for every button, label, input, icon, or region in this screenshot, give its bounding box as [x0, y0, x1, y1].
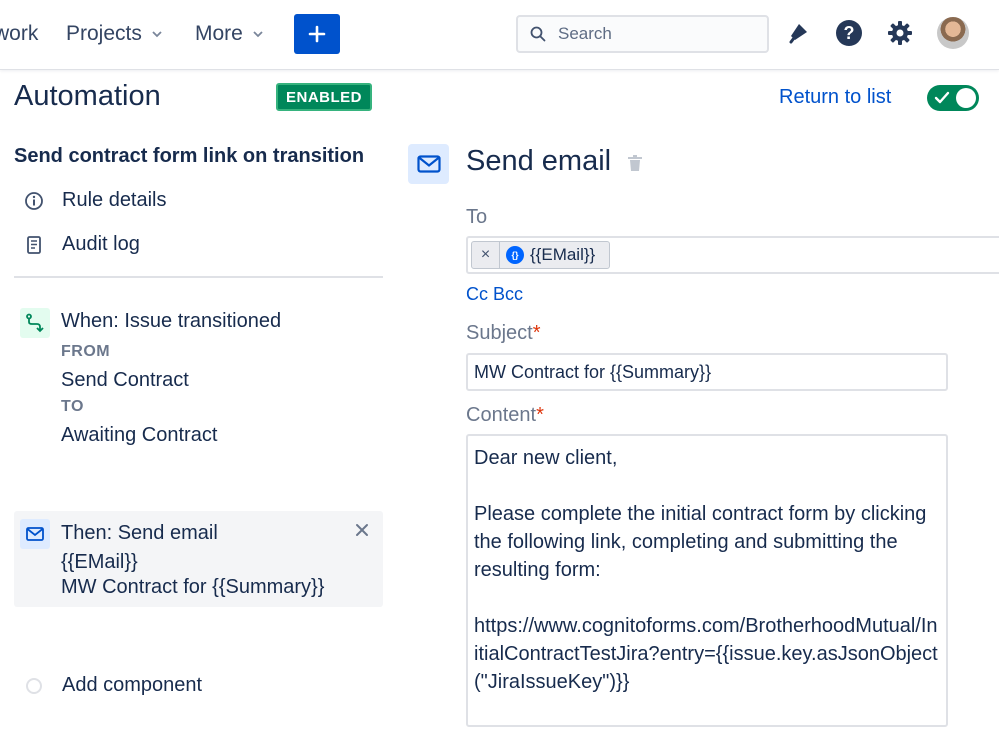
smart-value-icon: {}	[506, 246, 524, 264]
action-subject: MW Contract for {{Summary}}	[61, 576, 325, 598]
subject-input[interactable]	[466, 353, 948, 391]
audit-log-icon	[27, 235, 41, 254]
recipient-chip: × {} {{EMail}}	[471, 241, 610, 269]
chevron-down-icon	[253, 31, 263, 38]
subject-label: Subject*	[466, 322, 541, 344]
nav-projects[interactable]: Projects	[66, 22, 162, 46]
transition-icon	[26, 313, 44, 333]
content-label: Content*	[466, 404, 544, 426]
add-circle-icon	[26, 677, 42, 694]
nav-more[interactable]: More	[195, 22, 263, 46]
page-title: Automation	[14, 80, 161, 112]
action-label: Then: Send email	[61, 522, 218, 544]
top-navigation: work Projects More Search ?	[0, 0, 999, 70]
rule-details-link[interactable]: Rule details	[24, 189, 167, 212]
component-title: Send email	[466, 145, 612, 177]
sidebar-divider	[14, 276, 383, 278]
remove-chip-icon[interactable]: ×	[472, 241, 500, 269]
status-badge: ENABLED	[276, 83, 373, 111]
content-textarea[interactable]: Dear new client, Please complete the ini…	[466, 434, 948, 727]
search-input[interactable]: Search	[516, 15, 769, 53]
action-recipient: {{EMail}}	[61, 551, 138, 573]
email-icon	[408, 144, 449, 184]
notification-icon[interactable]	[783, 18, 813, 48]
nav-your-work[interactable]: work	[0, 22, 38, 46]
trash-icon[interactable]	[627, 154, 643, 172]
toggle-knob	[956, 88, 976, 108]
trigger-to-value: Awaiting Contract	[61, 424, 218, 446]
close-icon[interactable]	[355, 523, 369, 537]
check-icon	[934, 91, 950, 104]
return-to-list-link[interactable]: Return to list	[779, 86, 891, 109]
search-icon	[530, 26, 546, 42]
search-placeholder: Search	[558, 24, 612, 43]
add-component-button[interactable]: Add component	[26, 674, 202, 697]
email-icon	[20, 519, 50, 549]
content-body: Please complete the initial contract for…	[474, 503, 927, 581]
content-greeting: Dear new client,	[474, 447, 618, 469]
info-icon	[25, 191, 43, 210]
svg-text:?: ?	[844, 23, 855, 43]
create-button[interactable]	[294, 14, 340, 54]
trigger-to-label: TO	[61, 398, 84, 415]
trigger-from-value: Send Contract	[61, 369, 189, 391]
help-icon[interactable]: ?	[834, 18, 864, 48]
trigger-from-label: FROM	[61, 343, 111, 360]
to-field[interactable]: × {} {{EMail}}	[466, 236, 999, 274]
action-card-send-email[interactable]: Then: Send email {{EMail}} MW Contract f…	[14, 511, 383, 607]
settings-icon[interactable]	[885, 18, 915, 48]
cc-bcc-link[interactable]: Cc Bcc	[466, 284, 523, 305]
avatar[interactable]	[937, 17, 969, 49]
audit-log-link[interactable]: Audit log	[24, 233, 140, 256]
trigger-icon[interactable]	[20, 308, 50, 338]
content-link: https://www.cognitoforms.com/Brotherhood…	[474, 615, 938, 693]
rule-name: Send contract form link on transition	[14, 145, 365, 167]
rule-enabled-toggle[interactable]	[927, 85, 979, 111]
trigger-label[interactable]: When: Issue transitioned	[61, 310, 281, 333]
plus-icon	[308, 25, 326, 43]
chevron-down-icon	[152, 31, 162, 38]
to-label: To	[466, 206, 488, 228]
